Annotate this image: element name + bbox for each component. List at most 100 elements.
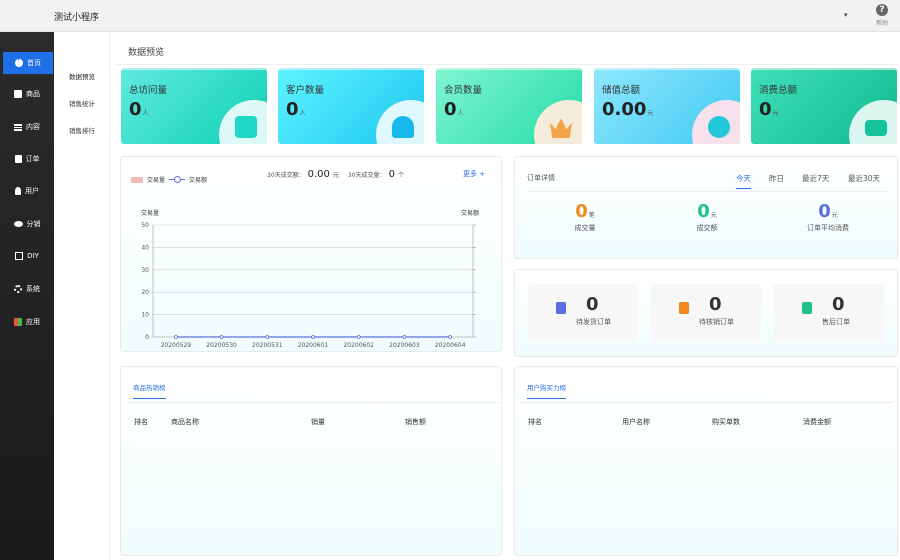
stat-value: 0元 — [759, 99, 779, 120]
range-tab-today[interactable]: 今天 — [736, 173, 751, 189]
more-link[interactable]: 更多 + — [463, 169, 485, 179]
order-icon — [14, 155, 22, 163]
column-header-rank: 排名 — [134, 418, 148, 426]
list-icon — [14, 123, 22, 131]
tab-hot-goods[interactable]: 商品热销榜 — [133, 382, 166, 399]
stat-label: 总访问量 — [129, 85, 168, 96]
legend-bar-label[interactable]: 交易量 — [147, 175, 165, 184]
clipboard-icon — [556, 302, 566, 314]
line-point — [448, 335, 453, 339]
sidebar-item-apps[interactable]: 应用 — [0, 311, 54, 333]
y-tick-label: 30 — [141, 267, 149, 274]
sidebar-item-users[interactable]: 用户 — [0, 180, 54, 202]
order-box-to-ship[interactable]: 0 待发货订单 — [528, 284, 638, 342]
sidebar-item-distribution[interactable]: 分销 — [0, 213, 54, 235]
column-header-consumption: 消费金额 — [803, 418, 831, 426]
app-title: 测试小程序 — [54, 13, 100, 23]
divider — [521, 402, 893, 403]
divider — [527, 191, 887, 192]
order-count: 0 — [709, 294, 722, 315]
stat-card-members: 会员数量 0人 — [436, 68, 582, 144]
order-detail-panel: 订单详情 今天 昨日 最近7天 最近30天 0笔 成交量 0元 成交额 0元 订… — [514, 156, 898, 259]
sidebar-item-label: 应用 — [26, 318, 40, 326]
stat-card-stored-value: 储值总额 0.00元 — [594, 68, 740, 144]
column-header-goods-name: 商品名称 — [171, 418, 199, 426]
summary-amount-label: 30天成交额： — [267, 172, 305, 179]
range-tab-30days[interactable]: 最近30天 — [848, 173, 880, 184]
subnav-sales-stats[interactable]: 销售统计 — [54, 98, 110, 108]
stat-card-visits: 总访问量 0人 — [121, 68, 267, 144]
sidebar-item-orders[interactable]: 订单 — [0, 148, 54, 170]
sidebar-item-label: 分销 — [26, 220, 41, 228]
trade-chart: 交易量 交易额 0 10 20 30 40 50 20200529 20200530 2020053… — [141, 209, 479, 349]
order-label: 待发货订单 — [576, 318, 611, 326]
x-tick-label: 20200530 — [206, 342, 237, 349]
order-count: 0 — [832, 294, 845, 315]
sidebar-item-label: 内容 — [26, 123, 40, 131]
y-tick-label: 20 — [141, 289, 149, 296]
subnav-sales-ranking[interactable]: 销售排行 — [54, 125, 110, 135]
diy-icon — [15, 252, 24, 260]
subnav-data-preview[interactable]: 数据预览 — [54, 71, 110, 81]
column-header-sales-amount: 销售额 — [405, 418, 426, 426]
divider — [116, 64, 898, 65]
order-detail-title: 订单详情 — [527, 174, 555, 182]
sidebar-item-content[interactable]: 内容 — [0, 116, 54, 138]
stat-label: 会员数量 — [444, 85, 483, 96]
line-point — [311, 335, 315, 339]
tab-buyers[interactable]: 用户购买力榜 — [527, 382, 566, 399]
trade-summary: 30天成交额： 0.00 元 30天成交量： 0 个 — [267, 169, 404, 180]
hot-goods-panel: 商品热销榜 排名 商品名称 销量 销售额 — [120, 366, 502, 556]
gear-icon — [14, 285, 22, 293]
stat-value: 0.00元 — [602, 99, 654, 120]
stat-label: 客户数量 — [286, 85, 325, 96]
y-axis-left-label: 交易量 — [141, 209, 159, 217]
column-header-sales-qty: 销量 — [311, 418, 325, 426]
range-tab-yesterday[interactable]: 昨日 — [769, 173, 784, 184]
help-button[interactable]: ? 帮助 — [872, 4, 892, 27]
sidebar-item-label: 首页 — [27, 59, 41, 67]
sidebar-item-home[interactable]: 首页 — [3, 52, 53, 74]
line-point — [265, 335, 270, 339]
sidebar-item-system[interactable]: 系统 — [0, 278, 54, 300]
order-box-after-sales[interactable]: 0 售后订单 — [774, 284, 884, 342]
ticket-icon — [679, 302, 689, 314]
product-icon — [14, 90, 22, 98]
y-tick-label: 40 — [141, 244, 149, 251]
x-tick-label: 20200604 — [435, 342, 466, 349]
sidebar-item-diy[interactable]: DIY — [0, 245, 54, 267]
help-icon: ? — [876, 4, 888, 16]
sidebar-item-label: DIY — [27, 252, 39, 260]
help-label: 帮助 — [875, 20, 888, 27]
sidebar-item-products[interactable]: 商品 — [0, 83, 54, 105]
top-bar: 测试小程序 ▾ ? 帮助 — [0, 0, 900, 32]
y-tick-label: 10 — [141, 312, 149, 319]
x-tick-label: 20200601 — [298, 342, 329, 349]
detail-stat-amount: 0元 成交额 — [696, 201, 718, 232]
sidebar-item-label: 商品 — [26, 90, 40, 98]
trade-chart-panel: 交易量 交易额 30天成交额： 0.00 元 30天成交量： 0 个 更多 + … — [120, 156, 502, 352]
detail-stat-volume: 0笔 成交量 — [574, 201, 596, 232]
order-box-to-verify[interactable]: 0 待核销订单 — [651, 284, 761, 342]
stat-label: 消费总额 — [759, 85, 798, 96]
legend-bar-swatch[interactable] — [131, 176, 143, 183]
stat-value: 0人 — [444, 99, 464, 120]
chart-legend: 交易量 交易额 — [131, 175, 207, 184]
buyers-panel: 用户购买力榜 排名 用户名称 购买单数 消费金额 — [514, 366, 898, 556]
y-tick-label: 50 — [141, 222, 149, 229]
legend-line-swatch[interactable] — [169, 176, 186, 183]
user-icon — [15, 187, 21, 195]
main-content: 数据预览 总访问量 0人 客户数量 0人 会员数量 0人 储值总额 0.00元 … — [110, 32, 900, 560]
line-point — [219, 335, 224, 339]
page-title: 数据预览 — [128, 48, 165, 58]
y-axis-right-label: 交易额 — [461, 209, 479, 217]
sub-sidebar: 数据预览 销售统计 销售排行 — [54, 32, 110, 560]
service-icon — [802, 302, 812, 314]
account-dropdown-icon[interactable]: ▾ — [844, 11, 848, 19]
summary-count-unit: 个 — [397, 172, 404, 179]
money-hand-icon — [708, 116, 730, 138]
range-tab-7days[interactable]: 最近7天 — [802, 173, 829, 184]
column-header-rank: 排名 — [528, 418, 542, 426]
legend-line-label[interactable]: 交易额 — [189, 175, 207, 184]
summary-count: 0 — [388, 169, 395, 180]
